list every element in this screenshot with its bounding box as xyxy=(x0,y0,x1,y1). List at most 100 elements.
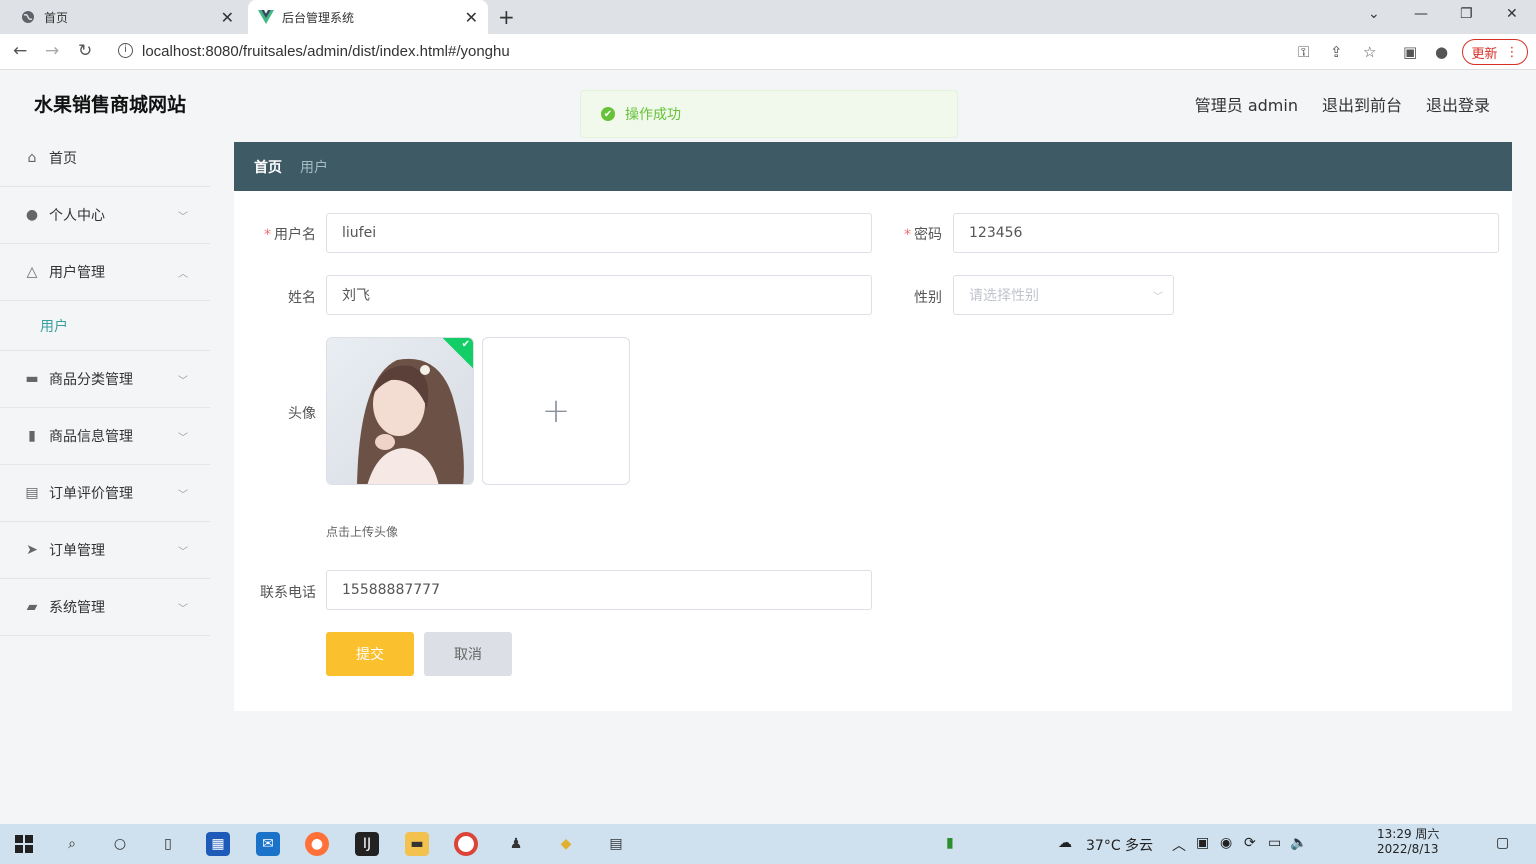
back-icon[interactable]: ← xyxy=(13,41,27,61)
phone-input[interactable]: 15588887777 xyxy=(326,570,872,610)
sidebar-item-orders[interactable]: ➤ 订单管理 ﹀ xyxy=(0,522,210,579)
browser-tabbar: 首页 ✕ 后台管理系统 ✕ + ⌄ — ❐ ✕ xyxy=(0,0,1536,34)
os-taskbar: ⌕ ○ ▯ ▦ ✉ ● IJ ▬ ♟ ◆ ▤ ▮ ☁ 37°C 多云 ︿ ▣ ◉… xyxy=(0,824,1536,864)
firefox-icon[interactable]: ● xyxy=(305,832,329,856)
user-form: * 用户名 liufei * 密码 123456 姓名 刘飞 性别 请选择性别 ﹀ … xyxy=(234,191,1512,711)
sidebar-item-category[interactable]: ▬ 商品分类管理 ﹀ xyxy=(0,351,210,408)
gender-label: 性别 xyxy=(914,290,942,306)
sidebar-item-system[interactable]: ▰ 系统管理 ﹀ xyxy=(0,579,210,636)
forward-icon[interactable]: → xyxy=(45,41,59,61)
app-root: 水果销售商城网站 管理员 admin 退出到前台 退出登录 ✔ 操作成功 ⌂ 首… xyxy=(0,70,1536,824)
username-input[interactable]: liufei xyxy=(326,213,872,253)
browser-tab-home[interactable]: 首页 ✕ xyxy=(8,0,244,34)
minimize-icon[interactable]: — xyxy=(1414,6,1428,22)
battery-icon[interactable]: ▭ xyxy=(1268,835,1281,851)
avatar-upload-button[interactable]: + xyxy=(482,337,630,485)
folder-icon[interactable]: ▬ xyxy=(405,832,429,856)
password-input[interactable]: 123456 xyxy=(953,213,1499,253)
fruit-app-icon[interactable]: ◆ xyxy=(554,832,578,856)
chevron-down-icon: ﹀ xyxy=(178,211,188,223)
sync-icon[interactable]: ⟳ xyxy=(1244,835,1256,851)
tab-title: 后台管理系统 xyxy=(282,10,355,25)
weather-icon: ☁ xyxy=(1058,835,1072,851)
breadcrumb-current: 用户 xyxy=(300,159,328,176)
avatar-preview[interactable]: ✔ xyxy=(326,337,474,485)
avatar-label: 头像 xyxy=(288,406,316,422)
chevron-down-icon: ﹀ xyxy=(178,546,188,558)
sidebar-item-label: 订单管理 xyxy=(49,543,105,559)
bell-icon: △ xyxy=(26,264,38,280)
success-check-icon: ✔ xyxy=(601,107,615,121)
browser-tab-admin[interactable]: 后台管理系统 ✕ xyxy=(248,0,488,34)
sidebar-item-product[interactable]: ▮ 商品信息管理 ﹀ xyxy=(0,408,210,465)
sidebar-item-home[interactable]: ⌂ 首页 xyxy=(0,130,210,187)
bookmark-star-icon[interactable]: ☆ xyxy=(1363,43,1376,61)
sidepanel-icon[interactable]: ▣ xyxy=(1403,43,1417,61)
back-to-frontend-link[interactable]: 退出到前台 xyxy=(1322,92,1402,116)
tab-search-icon[interactable]: ⌄ xyxy=(1368,6,1380,22)
chevron-up-icon: ︿ xyxy=(178,268,188,280)
check-icon: ✔ xyxy=(461,339,470,350)
sidebar-item-personal[interactable]: ● 个人中心 ﹀ xyxy=(0,187,210,244)
tray-expand-icon[interactable]: ︿ xyxy=(1172,835,1186,855)
qq-icon[interactable]: ◉ xyxy=(1220,835,1232,851)
sidebar: ⌂ 首页 ● 个人中心 ﹀ △ 用户管理 ︿ 用户 ▬ 商品分类管理 ﹀ ▮ 商… xyxy=(0,130,210,824)
phone-label: 联系电话 xyxy=(260,585,316,601)
close-window-icon[interactable]: ✕ xyxy=(1506,6,1518,22)
new-tab-icon[interactable]: + xyxy=(498,5,515,29)
user-icon: ● xyxy=(25,207,39,223)
breadcrumb: 首页 用户 xyxy=(234,142,1512,191)
clock[interactable]: 13:29 周六 2022/8/13 xyxy=(1377,827,1439,857)
sidebar-item-review[interactable]: ▤ 订单评价管理 ﹀ xyxy=(0,465,210,522)
weather-text[interactable]: 37°C 多云 xyxy=(1086,835,1153,855)
sidebar-item-label: 系统管理 xyxy=(49,600,105,616)
share-icon[interactable]: ⇪ xyxy=(1330,43,1343,61)
notepad-icon[interactable]: ▤ xyxy=(604,832,628,856)
logout-link[interactable]: 退出登录 xyxy=(1426,92,1490,116)
key-icon[interactable]: ⚿ xyxy=(1298,43,1309,61)
windows-start-icon[interactable] xyxy=(12,832,36,856)
close-tab-icon[interactable]: ✕ xyxy=(465,8,478,27)
store-icon[interactable]: ▦ xyxy=(206,832,230,856)
gender-select[interactable]: 请选择性别 ﹀ xyxy=(953,275,1174,315)
volume-icon[interactable]: 🔈 xyxy=(1290,835,1307,851)
sidebar-item-label: 商品分类管理 xyxy=(49,372,133,388)
toast-message: 操作成功 xyxy=(625,107,681,123)
success-toast: ✔ 操作成功 xyxy=(580,90,958,138)
cortana-icon[interactable]: ○ xyxy=(108,832,132,856)
tray-app-icon[interactable]: ▣ xyxy=(1196,835,1209,851)
breadcrumb-home[interactable]: 首页 xyxy=(254,157,282,177)
briefcase-icon: ▬ xyxy=(25,371,39,387)
header-actions: 管理员 admin 退出到前台 退出登录 xyxy=(1195,92,1490,116)
site-title: 水果销售商城网站 xyxy=(34,94,187,116)
chrome-icon[interactable] xyxy=(454,832,478,856)
restore-icon[interactable]: ❐ xyxy=(1460,6,1473,22)
close-tab-icon[interactable]: ✕ xyxy=(221,8,234,27)
clock-time: 13:29 周六 xyxy=(1377,827,1440,841)
submit-button[interactable]: 提交 xyxy=(326,632,414,676)
address-bar: ← → ↻ i localhost:8080/fruitsales/admin/… xyxy=(0,34,1536,70)
battery-app-icon[interactable]: ▮ xyxy=(946,835,954,851)
chevron-down-icon: ﹀ xyxy=(1153,291,1163,303)
notification-icon[interactable]: ▢ xyxy=(1496,835,1509,851)
username-label: * 用户名 xyxy=(264,227,316,243)
mail-icon[interactable]: ✉ xyxy=(256,832,280,856)
app-avatar-icon[interactable]: ♟ xyxy=(504,832,528,856)
name-label: 姓名 xyxy=(288,290,316,306)
search-icon[interactable]: ⌕ xyxy=(60,832,84,856)
clock-date: 2022/8/13 xyxy=(1377,842,1439,856)
reload-icon[interactable]: ↻ xyxy=(78,41,92,61)
profile-icon[interactable]: ● xyxy=(1435,43,1448,61)
sidebar-item-label: 用户管理 xyxy=(49,265,105,281)
site-info-icon[interactable]: i xyxy=(118,43,133,58)
update-button[interactable]: 更新 ⋮ xyxy=(1462,39,1528,65)
url-field[interactable]: localhost:8080/fruitsales/admin/dist/ind… xyxy=(142,43,510,60)
chevron-down-icon: ﹀ xyxy=(178,489,188,501)
ide-icon[interactable]: IJ xyxy=(355,832,379,856)
cancel-button[interactable]: 取消 xyxy=(424,632,512,676)
update-label: 更新 xyxy=(1471,46,1498,62)
task-view-icon[interactable]: ▯ xyxy=(156,832,180,856)
name-input[interactable]: 刘飞 xyxy=(326,275,872,315)
sidebar-item-user-mgmt[interactable]: △ 用户管理 ︿ xyxy=(0,244,210,301)
sidebar-subitem-users[interactable]: 用户 xyxy=(0,301,210,351)
